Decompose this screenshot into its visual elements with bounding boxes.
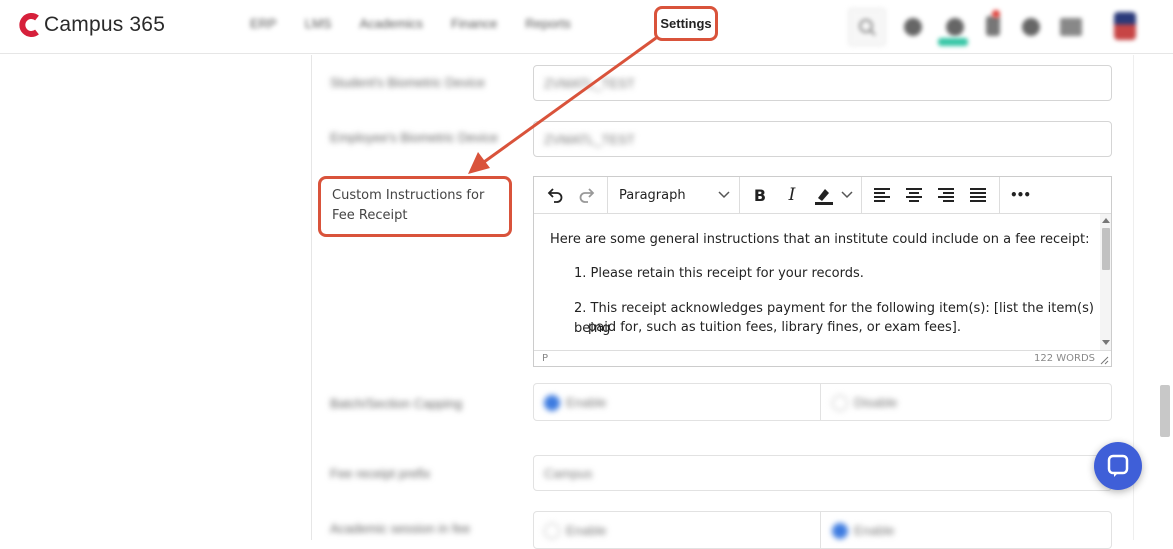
logo-text: Campus 365 (44, 13, 166, 36)
align-center-icon[interactable] (901, 181, 927, 209)
chat-support-button[interactable] (1094, 442, 1142, 490)
custom-instructions-label: Custom Instructions for Fee Receipt (332, 188, 485, 223)
employee-biometric-label: Employee's Biometric Device (330, 130, 498, 145)
academic-session-label: Academic session in fee (330, 521, 471, 536)
nav-item-lms[interactable]: LMS (305, 14, 332, 31)
status-badge (938, 38, 968, 46)
content-left-border (311, 55, 312, 540)
radio-label: Enable (566, 395, 607, 410)
radio-unselected[interactable] (544, 523, 560, 539)
bold-icon: B (753, 185, 767, 205)
main-nav: ERP LMS Academics Finance Reports (250, 14, 599, 31)
employee-biometric-value: ZVMATL_TEST (544, 132, 635, 147)
more-options-button[interactable]: ••• (1006, 181, 1034, 209)
redo-icon[interactable] (574, 181, 600, 209)
more-icon: ••• (1009, 188, 1031, 202)
block-format-value: Paragraph (619, 188, 686, 203)
toolbar-separator (861, 177, 862, 213)
instructions-intro: Here are some general instructions that … (550, 232, 1090, 247)
scroll-up-icon[interactable] (1102, 217, 1110, 223)
employee-biometric-select[interactable]: ZVMATL_TEST (533, 121, 1112, 157)
fee-receipt-prefix-label: Fee receipt prefix (330, 466, 431, 481)
editor-statusbar: P 122 WORDS (534, 350, 1111, 367)
batch-capping-radio-group: Enable Disable (533, 383, 1112, 421)
top-icon-tray (846, 8, 1146, 48)
academic-session-radio-group: Enable Enable (533, 511, 1112, 549)
bold-button[interactable]: B (747, 181, 773, 209)
apps-icon[interactable] (946, 18, 964, 36)
fee-receipt-prefix-value: Campus (544, 466, 593, 481)
help-icon[interactable] (1022, 18, 1040, 36)
editor-scroll-thumb[interactable] (1102, 228, 1110, 270)
align-right-icon[interactable] (933, 181, 959, 209)
settings-label: Settings (660, 16, 712, 31)
toolbar-separator (739, 177, 740, 213)
align-left-icon[interactable] (869, 181, 895, 209)
highlight-icon[interactable] (811, 181, 855, 209)
undo-icon[interactable] (542, 181, 568, 209)
student-biometric-select[interactable]: ZVMATL_TEST (533, 65, 1112, 101)
nav-item-settings[interactable]: Settings (654, 6, 718, 41)
student-biometric-value: ZVMATL_TEST (544, 76, 635, 91)
nav-item-reports[interactable]: Reports (525, 14, 571, 31)
batch-capping-disable-option[interactable]: Disable (822, 384, 1111, 420)
custom-instructions-label-highlight: Custom Instructions for Fee Receipt (318, 176, 512, 237)
word-count[interactable]: 122 WORDS (1034, 353, 1095, 364)
radio-label: Enable (854, 523, 895, 538)
editor-toolbar: Paragraph B I ••• (534, 177, 1111, 214)
toolbar-separator (999, 177, 1000, 213)
chat-icon (1107, 454, 1129, 477)
fee-receipt-instructions-editor[interactable]: Paragraph B I ••• Here are some general … (533, 176, 1112, 367)
logo-mark-icon (19, 13, 39, 37)
academic-session-option-a[interactable]: Enable (534, 512, 821, 548)
student-biometric-label: Student's Biometric Device (330, 75, 485, 90)
block-format-select[interactable]: Paragraph (608, 177, 739, 213)
radio-label: Disable (854, 395, 898, 410)
element-path[interactable]: P (542, 353, 548, 364)
italic-button[interactable]: I (779, 181, 805, 209)
instruction-item-continuation: paid for, such as tuition fees, library … (588, 320, 961, 335)
radio-unselected[interactable] (832, 395, 848, 411)
search-icon[interactable] (848, 8, 886, 46)
globe-icon[interactable] (904, 18, 922, 36)
scroll-down-icon[interactable] (1102, 340, 1110, 346)
notification-dot (992, 10, 1000, 18)
resize-handle-icon[interactable] (1100, 356, 1109, 365)
batch-capping-label: Batch/Section Capping (330, 396, 463, 411)
calendar-icon[interactable] (1060, 18, 1082, 36)
user-avatar[interactable] (1114, 12, 1136, 40)
academic-session-option-b[interactable]: Enable (822, 512, 1111, 548)
chevron-down-icon (718, 191, 730, 199)
notifications-icon[interactable] (986, 16, 1000, 36)
page-scrollbar-thumb[interactable] (1160, 385, 1170, 437)
instruction-item: 1. Please retain this receipt for your r… (574, 266, 864, 281)
fee-receipt-prefix-input[interactable]: Campus (533, 455, 1112, 491)
radio-selected[interactable] (544, 395, 560, 411)
top-navigation-bar: Campus 365 ERP LMS Academics Finance Rep… (0, 0, 1173, 54)
radio-label: Enable (566, 523, 607, 538)
editor-content-area[interactable]: Here are some general instructions that … (534, 214, 1100, 350)
campus365-logo[interactable]: Campus 365 (18, 12, 165, 38)
nav-item-erp[interactable]: ERP (250, 14, 277, 31)
editor-scrollbar[interactable] (1100, 214, 1111, 350)
justify-icon[interactable] (965, 181, 991, 209)
nav-item-finance[interactable]: Finance (451, 14, 497, 31)
radio-selected[interactable] (832, 523, 848, 539)
batch-capping-enable-option[interactable]: Enable (534, 384, 821, 420)
italic-icon: I (788, 185, 796, 205)
nav-item-academics[interactable]: Academics (359, 14, 423, 31)
